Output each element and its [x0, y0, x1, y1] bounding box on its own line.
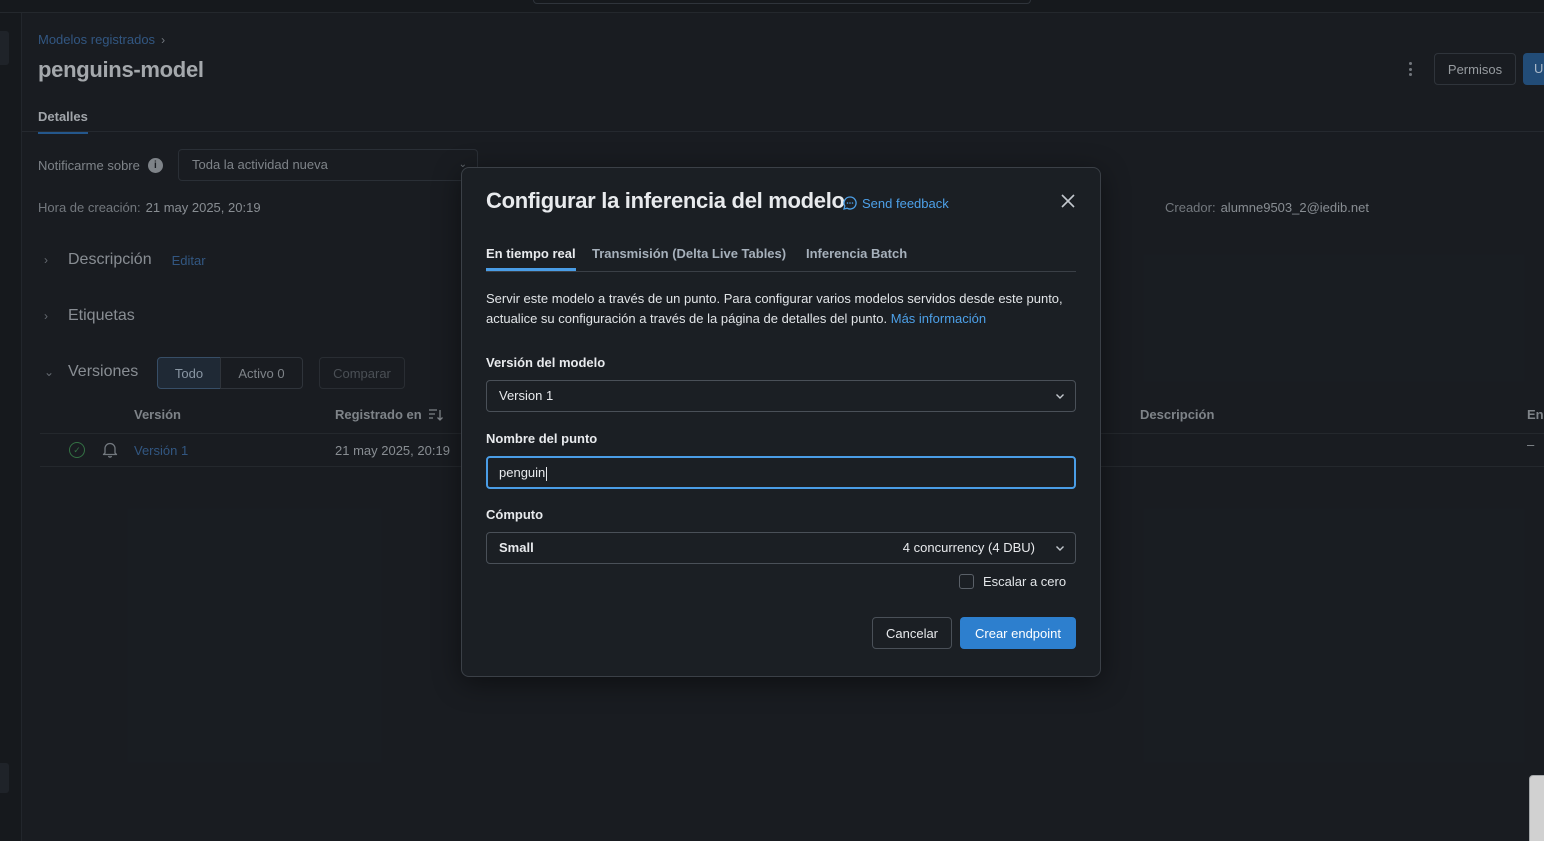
scale-to-zero-checkbox[interactable]	[959, 574, 974, 589]
dialog-title: Configurar la inferencia del modelo	[486, 188, 845, 213]
chat-bubble-icon	[843, 196, 857, 210]
tab-streaming[interactable]: Transmisión (Delta Live Tables)	[592, 246, 786, 268]
close-icon[interactable]	[1059, 192, 1077, 210]
more-info-link[interactable]: Más información	[891, 311, 986, 326]
chevron-down-icon	[1056, 546, 1064, 551]
dialog-description: Servir este modelo a través de un punto.…	[486, 289, 1066, 329]
dialog-tabs: En tiempo real Transmisión (Delta Live T…	[486, 246, 1076, 272]
compute-label: Cómputo	[486, 507, 544, 522]
text-caret	[546, 466, 548, 481]
scale-to-zero-label: Escalar a cero	[983, 574, 1067, 589]
send-feedback-text: Send feedback	[862, 195, 949, 211]
scale-to-zero-option[interactable]: Escalar a cero	[959, 574, 1066, 589]
tab-real-time[interactable]: En tiempo real	[486, 246, 576, 271]
create-endpoint-button[interactable]: Crear endpoint	[960, 617, 1076, 649]
model-version-select[interactable]: Version 1	[486, 380, 1076, 412]
compute-size: Small	[499, 540, 534, 555]
model-version-value: Version 1	[499, 388, 554, 403]
compute-concurrency: 4 concurrency (4 DBU)	[902, 540, 1035, 555]
serving-config-dialog: Configurar la inferencia del modelo Send…	[461, 167, 1101, 677]
chevron-down-icon	[1056, 394, 1064, 399]
send-feedback-link[interactable]: Send feedback	[842, 195, 949, 211]
model-version-label: Versión del modelo	[486, 355, 606, 370]
endpoint-name-label: Nombre del punto	[486, 431, 598, 446]
endpoint-name-value: penguin	[499, 465, 546, 480]
endpoint-name-input[interactable]: penguin	[486, 456, 1076, 489]
tab-batch-inference[interactable]: Inferencia Batch	[806, 246, 907, 268]
compute-select[interactable]: Small 4 concurrency (4 DBU)	[486, 532, 1076, 564]
cancel-button[interactable]: Cancelar	[872, 617, 952, 649]
